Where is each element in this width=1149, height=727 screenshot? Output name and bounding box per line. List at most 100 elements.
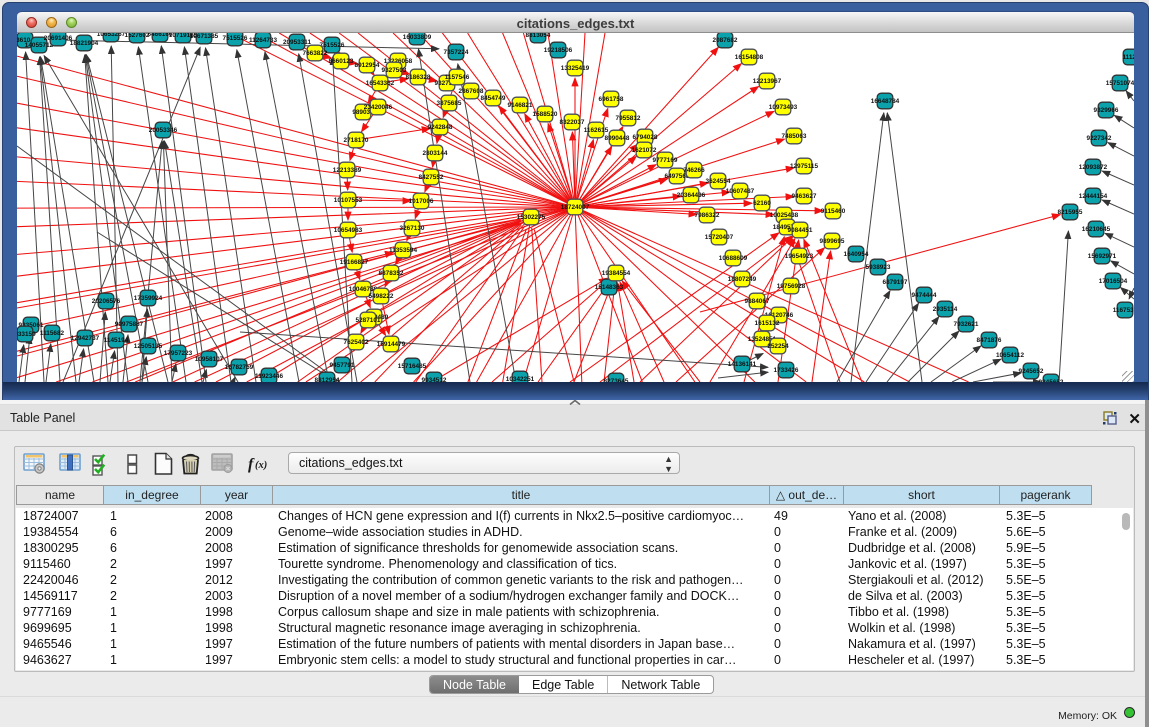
svg-text:9777169: 9777169	[653, 157, 678, 164]
svg-text:16210645: 16210645	[1082, 226, 1111, 233]
svg-text:8454749: 8454749	[481, 95, 506, 102]
svg-text:9329966: 9329966	[1094, 107, 1119, 114]
svg-text:2087682: 2087682	[713, 37, 738, 44]
svg-text:20953311: 20953311	[283, 39, 312, 46]
svg-text:19218506: 19218506	[544, 47, 573, 54]
svg-text:9474444: 9474444	[912, 292, 937, 299]
svg-text:10671385: 10671385	[190, 33, 219, 40]
svg-text:62160: 62160	[753, 200, 771, 207]
svg-text:6961758: 6961758	[599, 96, 624, 103]
svg-text:15720407: 15720407	[705, 234, 734, 241]
svg-text:19654923: 19654923	[785, 253, 814, 260]
svg-text:5287101: 5287101	[356, 317, 381, 324]
svg-text:8660123: 8660123	[329, 58, 354, 65]
svg-text:8912954: 8912954	[355, 62, 380, 69]
svg-text:16033809: 16033809	[403, 34, 432, 41]
svg-text:16648784: 16648784	[871, 98, 900, 105]
svg-text:10025438: 10025438	[770, 212, 799, 219]
svg-text:10654983: 10654983	[334, 227, 363, 234]
svg-text:9245652: 9245652	[1019, 368, 1044, 375]
svg-text:9115460: 9115460	[821, 208, 846, 215]
svg-text:11126: 11126	[1122, 54, 1134, 61]
svg-text:13325419: 13325419	[561, 65, 590, 72]
svg-text:1017006: 1017006	[409, 198, 434, 205]
svg-text:2803144: 2803144	[423, 150, 448, 157]
svg-text:1640954: 1640954	[844, 251, 869, 258]
svg-text:8990448: 8990448	[605, 135, 630, 142]
svg-text:5938923: 5938923	[866, 264, 891, 271]
svg-text:f: f	[248, 456, 255, 473]
svg-text:15751074: 15751074	[1106, 80, 1134, 87]
svg-text:19756928: 19756928	[777, 283, 806, 290]
svg-text:1588520: 1588520	[533, 111, 558, 118]
svg-text:6794028: 6794028	[633, 134, 658, 141]
svg-text:9463627: 9463627	[792, 193, 817, 200]
svg-text:17016504: 17016504	[1099, 278, 1128, 285]
svg-text:3624554: 3624554	[706, 178, 731, 185]
svg-text:8427552: 8427552	[419, 174, 444, 181]
svg-text:1167533: 1167533	[1113, 307, 1134, 314]
svg-text:2935114: 2935114	[933, 306, 958, 313]
svg-text:9327503: 9327503	[382, 67, 407, 74]
svg-text:15716485: 15716485	[398, 363, 427, 370]
svg-text:9884067: 9884067	[745, 298, 770, 305]
svg-text:1145194: 1145194	[104, 337, 129, 344]
svg-text:8186328: 8186328	[406, 74, 431, 81]
svg-text:17359924: 17359924	[134, 295, 163, 302]
svg-text:8878352: 8878352	[379, 270, 404, 277]
svg-text:9457791: 9457791	[330, 362, 355, 369]
svg-text:90975887: 90975887	[115, 321, 144, 328]
svg-text:2867608: 2867608	[459, 88, 484, 95]
svg-text:16154808: 16154808	[735, 54, 764, 61]
svg-text:16914479: 16914479	[377, 341, 406, 348]
svg-text:10654112: 10654112	[996, 352, 1025, 359]
svg-text:7955812: 7955812	[616, 115, 641, 122]
svg-text:1115682: 1115682	[40, 330, 65, 337]
svg-text:8322037: 8322037	[560, 119, 585, 126]
svg-text:15148363: 15148363	[595, 284, 624, 291]
svg-text:10107553: 10107553	[334, 197, 363, 204]
svg-text:1733426: 1733426	[774, 367, 799, 374]
svg-text:23420046: 23420046	[364, 104, 393, 111]
svg-text:933159: 933159	[17, 331, 36, 338]
svg-text:8471876: 8471876	[977, 337, 1002, 344]
svg-text:7625402: 7625402	[344, 339, 369, 346]
svg-text:7663822: 7663822	[303, 50, 328, 57]
svg-text:18724007: 18724007	[561, 204, 590, 211]
svg-text:15692971: 15692971	[1088, 253, 1117, 260]
svg-text:20053346: 20053346	[149, 127, 178, 134]
svg-text:1157546: 1157546	[445, 74, 470, 81]
svg-text:7515526: 7515526	[320, 42, 345, 49]
svg-text:16543362: 16543362	[366, 80, 395, 87]
svg-text:8813054: 8813054	[526, 33, 551, 39]
svg-text:20364436: 20364436	[677, 192, 706, 199]
svg-text:(x): (x)	[255, 460, 267, 471]
svg-text:10607487: 10607487	[726, 188, 755, 195]
svg-text:20206576: 20206576	[92, 298, 121, 305]
svg-text:7932621: 7932621	[954, 321, 979, 328]
svg-text:746266: 746266	[683, 167, 705, 174]
svg-text:14055712: 14055712	[25, 42, 54, 49]
svg-text:15302275: 15302275	[517, 214, 546, 221]
svg-text:9146821: 9146821	[508, 102, 533, 109]
svg-text:10973493: 10973493	[769, 104, 798, 111]
svg-text:12444154: 12444154	[1079, 193, 1108, 200]
svg-text:16782759: 16782759	[225, 364, 254, 371]
svg-text:3267130: 3267130	[400, 225, 425, 232]
svg-text:1527602: 1527602	[125, 33, 150, 39]
svg-text:11353594: 11353594	[389, 247, 418, 254]
svg-text:252254: 252254	[767, 343, 789, 350]
svg-text:9227342: 9227342	[1087, 135, 1112, 142]
svg-text:17957223: 17957223	[164, 350, 193, 357]
svg-text:12975115: 12975115	[790, 163, 819, 170]
svg-text:1615132: 1615132	[755, 320, 780, 327]
svg-text:9899695: 9899695	[820, 238, 845, 245]
svg-text:12093872: 12093872	[1079, 164, 1108, 171]
svg-text:9084451: 9084451	[788, 227, 813, 234]
svg-text:12942737: 12942737	[71, 335, 100, 342]
svg-text:8215955: 8215955	[1058, 209, 1083, 216]
svg-text:2718170: 2718170	[344, 137, 369, 144]
svg-text:11923446: 11923446	[255, 373, 284, 380]
svg-text:5498222: 5498222	[369, 293, 394, 300]
svg-text:19384554: 19384554	[602, 270, 631, 277]
